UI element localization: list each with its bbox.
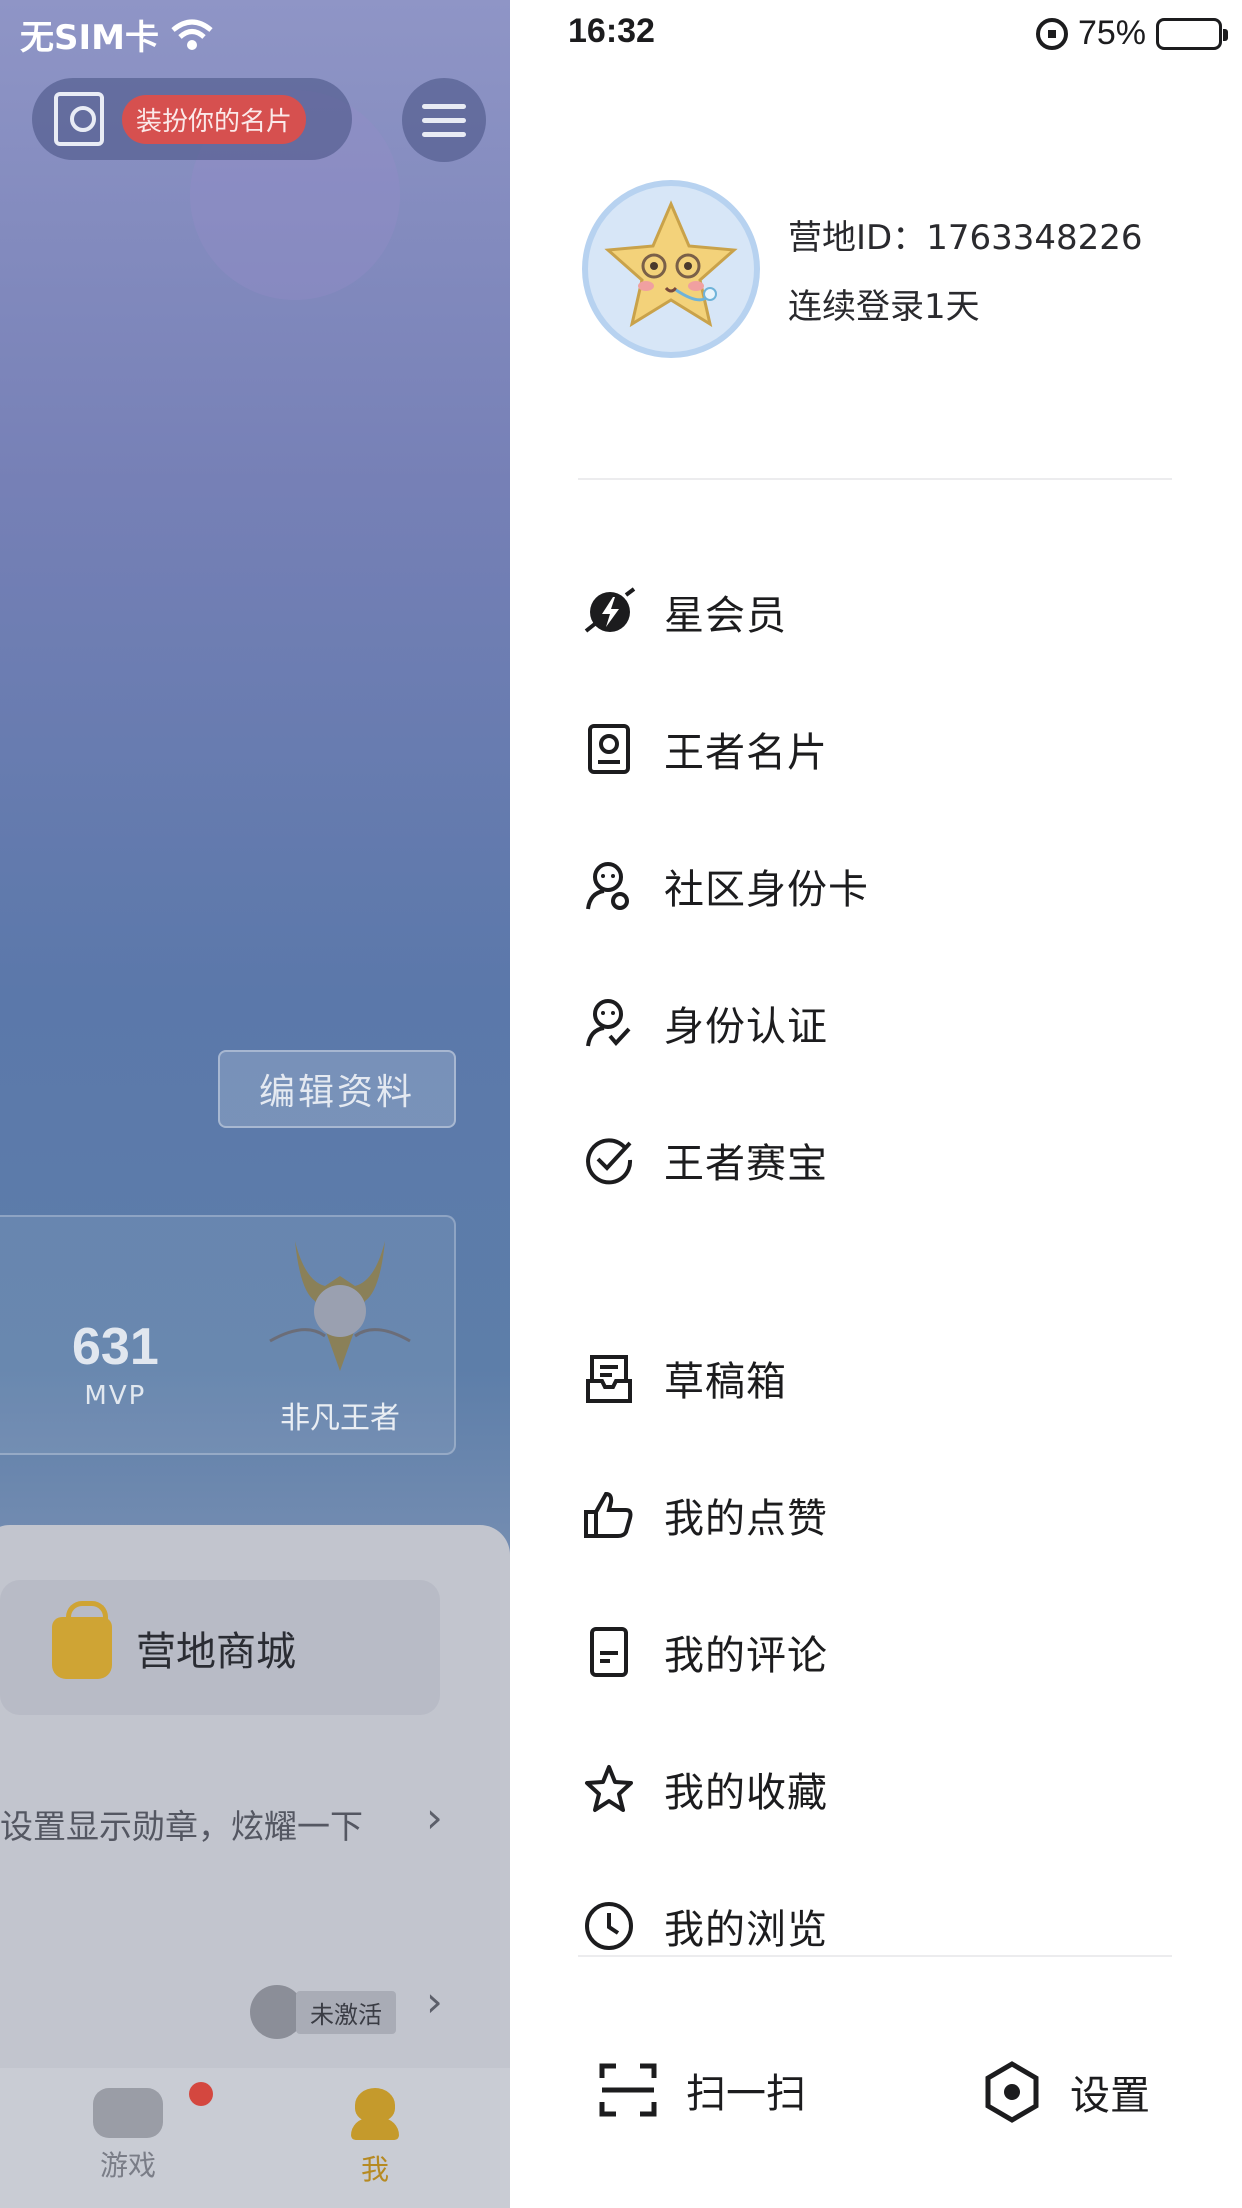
- medal-setting-row[interactable]: 设置显示勋章，炫耀一下: [0, 1800, 440, 1848]
- menu-item-my-likes[interactable]: 我的点赞: [582, 1475, 828, 1555]
- drafts-icon: [582, 1351, 636, 1405]
- thumbs-up-icon: [582, 1488, 636, 1542]
- menu-item-verify-identity[interactable]: 身份认证: [582, 983, 828, 1063]
- community-id-icon: [582, 859, 636, 913]
- star-member-icon: [582, 585, 636, 639]
- menu-item-community-id[interactable]: 社区身份卡: [582, 846, 869, 926]
- menu-item-star-member[interactable]: 星会员: [582, 572, 787, 652]
- camp-shop-label: 营地商城: [136, 1628, 296, 1675]
- avatar[interactable]: [582, 180, 760, 358]
- scan-button[interactable]: 扫一扫: [598, 2060, 806, 2120]
- menu-item-label: 我的点赞: [664, 1496, 828, 1542]
- mvp-label: MVP: [84, 1381, 147, 1411]
- camp-shop-button[interactable]: 营地商城: [0, 1580, 440, 1715]
- divider: [578, 478, 1172, 480]
- star-mascot-icon: [604, 200, 738, 328]
- menu-item-label: 王者名片: [664, 730, 828, 776]
- profile-header[interactable]: 营地ID：1763348226 连续登录1天: [582, 180, 1143, 358]
- menu-item-label: 我的收藏: [664, 1770, 828, 1816]
- gamepad-icon: [93, 2082, 213, 2138]
- menu-item-label: 草稿箱: [664, 1359, 787, 1405]
- menu-item-name-card[interactable]: 王者名片: [582, 709, 828, 789]
- verify-identity-icon: [582, 996, 636, 1050]
- menu-item-my-comments[interactable]: 我的评论: [582, 1612, 828, 1692]
- menu-item-king-match[interactable]: 王者赛宝: [582, 1120, 828, 1200]
- shopping-bag-icon: [52, 1600, 112, 1679]
- menu-button[interactable]: [402, 78, 486, 162]
- inactive-label: 未激活: [296, 1990, 396, 2034]
- dress-up-card-label: 装扮你的名片: [122, 94, 307, 144]
- mvp-value: 631: [72, 1318, 159, 1376]
- background-app-pane[interactable]: 无SIM卡 装扮你的名片 编辑资料 631 MVP 非凡王者 营地商城 设置显示…: [0, 0, 510, 2208]
- notification-dot: [189, 2082, 213, 2106]
- wifi-icon: [171, 19, 213, 50]
- stats-panel: 631 MVP 非凡王者: [0, 1215, 456, 1455]
- rank-emblem-icon: [269, 1241, 411, 1371]
- side-drawer: 16:32 75% 营地ID：1763348226 连续登录1天 星会员 王者名…: [510, 0, 1242, 2208]
- rank-stat[interactable]: 非凡王者: [250, 1231, 430, 1437]
- menu-item-label: 我的浏览: [664, 1907, 828, 1953]
- status-bar: 16:32 75%: [510, 12, 1242, 62]
- edit-profile-button[interactable]: 编辑资料: [218, 1050, 456, 1128]
- scan-icon: [599, 2063, 657, 2117]
- login-streak: 连续登录1天: [788, 287, 980, 327]
- chevron-right-icon: ›: [426, 1793, 443, 1842]
- star-icon: [582, 1762, 636, 1816]
- mvp-stat: 631 MVP: [72, 1317, 159, 1411]
- rank-label: 非凡王者: [280, 1401, 400, 1436]
- rotation-lock-icon: [1035, 17, 1068, 50]
- camp-id: 营地ID：1763348226: [788, 218, 1143, 258]
- settings-button[interactable]: 设置: [982, 2060, 1150, 2124]
- profile-info: 营地ID：1763348226 连续登录1天: [788, 210, 1143, 328]
- divider: [578, 1955, 1172, 1957]
- name-card-icon: [54, 92, 104, 146]
- menu-item-my-history[interactable]: 我的浏览: [582, 1886, 828, 1966]
- comment-doc-icon: [582, 1625, 636, 1679]
- check-circle-icon: [582, 1133, 636, 1187]
- battery-icon: [1156, 17, 1228, 50]
- hamburger-line: [422, 131, 466, 137]
- tab-me-label: 我: [360, 2153, 389, 2186]
- bottom-actions: 扫一扫 设置: [510, 2060, 1242, 2140]
- menu-item-drafts[interactable]: 草稿箱: [582, 1338, 787, 1418]
- menu-item-my-favorites[interactable]: 我的收藏: [582, 1749, 828, 1829]
- clock-time: 16:32: [568, 12, 655, 50]
- chevron-right-icon: ›: [426, 1977, 443, 2026]
- inactive-member-badge[interactable]: 未激活: [250, 1985, 396, 2039]
- clock-icon: [582, 1899, 636, 1953]
- user-icon: [351, 2088, 399, 2142]
- status-icons: 75%: [1035, 14, 1228, 53]
- status-bar-left: 无SIM卡: [20, 10, 215, 59]
- name-card-icon: [582, 722, 636, 776]
- hamburger-line: [422, 103, 466, 109]
- menu-item-label: 社区身份卡: [664, 867, 869, 913]
- menu-item-label: 我的评论: [664, 1633, 828, 1679]
- menu-item-label: 星会员: [664, 593, 787, 639]
- battery-percent: 75%: [1077, 14, 1146, 52]
- menu-item-label: 王者赛宝: [664, 1141, 828, 1187]
- tab-game[interactable]: 游戏: [58, 2082, 213, 2184]
- settings-hexagon-icon: [985, 2061, 1039, 2123]
- medal-setting-text: 设置显示勋章，炫耀一下: [0, 1807, 363, 1846]
- carrier-text: 无SIM卡: [20, 18, 159, 58]
- dress-up-card-button[interactable]: 装扮你的名片: [32, 78, 352, 160]
- tab-me[interactable]: 我: [305, 2088, 445, 2188]
- bottom-tab-bar: 游戏 我: [0, 2068, 510, 2208]
- hamburger-line: [422, 117, 466, 123]
- tab-game-label: 游戏: [99, 2149, 156, 2182]
- scan-label: 扫一扫: [686, 2071, 806, 2117]
- menu-item-label: 身份认证: [664, 1004, 828, 1050]
- settings-label: 设置: [1070, 2073, 1150, 2119]
